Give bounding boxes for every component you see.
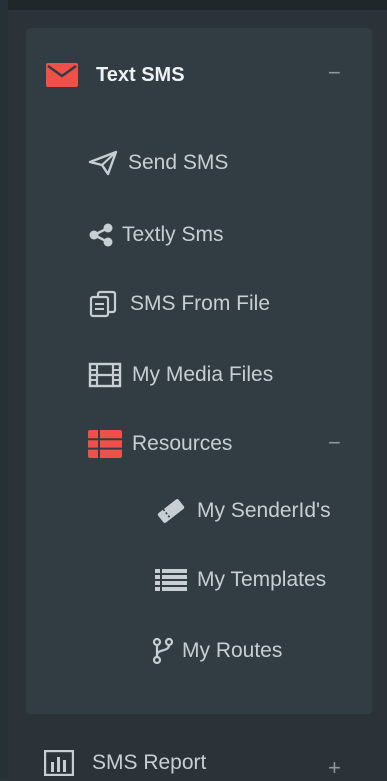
share-icon xyxy=(88,223,116,247)
top-edge xyxy=(0,0,387,10)
menu-item-label: Send SMS xyxy=(128,151,229,174)
menu-section-label: Text SMS xyxy=(96,63,185,86)
menu-subitem-my-routes[interactable]: My Routes xyxy=(152,631,282,671)
menu-item-label: Textly Sms xyxy=(122,223,224,246)
menu-section-sms-report[interactable]: SMS Report xyxy=(44,750,206,776)
ticket-icon xyxy=(155,498,187,524)
film-icon xyxy=(88,362,122,388)
expand-toggle[interactable]: + xyxy=(328,755,341,781)
menu-item-label: My Templates xyxy=(197,568,327,591)
menu-item-my-media-files[interactable]: My Media Files xyxy=(88,355,273,395)
menu-item-label: My Media Files xyxy=(132,363,274,386)
list-icon xyxy=(155,568,187,592)
menu-item-label: My SenderId's xyxy=(197,499,331,522)
menu-item-textly-sms[interactable]: Textly Sms xyxy=(88,215,224,255)
left-edge xyxy=(0,0,8,778)
menu-section-text-sms[interactable]: Text SMS xyxy=(46,55,185,95)
paper-plane-icon xyxy=(88,150,118,176)
menu-item-label: Resources xyxy=(132,432,233,455)
collapse-toggle[interactable]: − xyxy=(328,60,341,86)
menu-section-label: SMS Report xyxy=(92,751,207,774)
menu-item-send-sms[interactable]: Send SMS xyxy=(88,143,228,183)
menu-subitem-my-senderids[interactable]: My SenderId's xyxy=(155,491,331,531)
menu-item-label: SMS From File xyxy=(130,292,271,315)
bar-chart-icon xyxy=(44,750,74,776)
menu-item-label: My Routes xyxy=(182,639,283,662)
menu-item-resources[interactable]: Resources xyxy=(88,424,232,464)
menu-item-sms-from-file[interactable]: SMS From File xyxy=(88,284,270,324)
table-icon xyxy=(88,430,122,458)
menu-subitem-my-templates[interactable]: My Templates xyxy=(155,560,326,600)
envelope-icon xyxy=(46,63,78,87)
fork-icon xyxy=(152,637,174,665)
copy-files-icon xyxy=(88,290,120,318)
resources-collapse-toggle[interactable]: − xyxy=(328,430,341,456)
